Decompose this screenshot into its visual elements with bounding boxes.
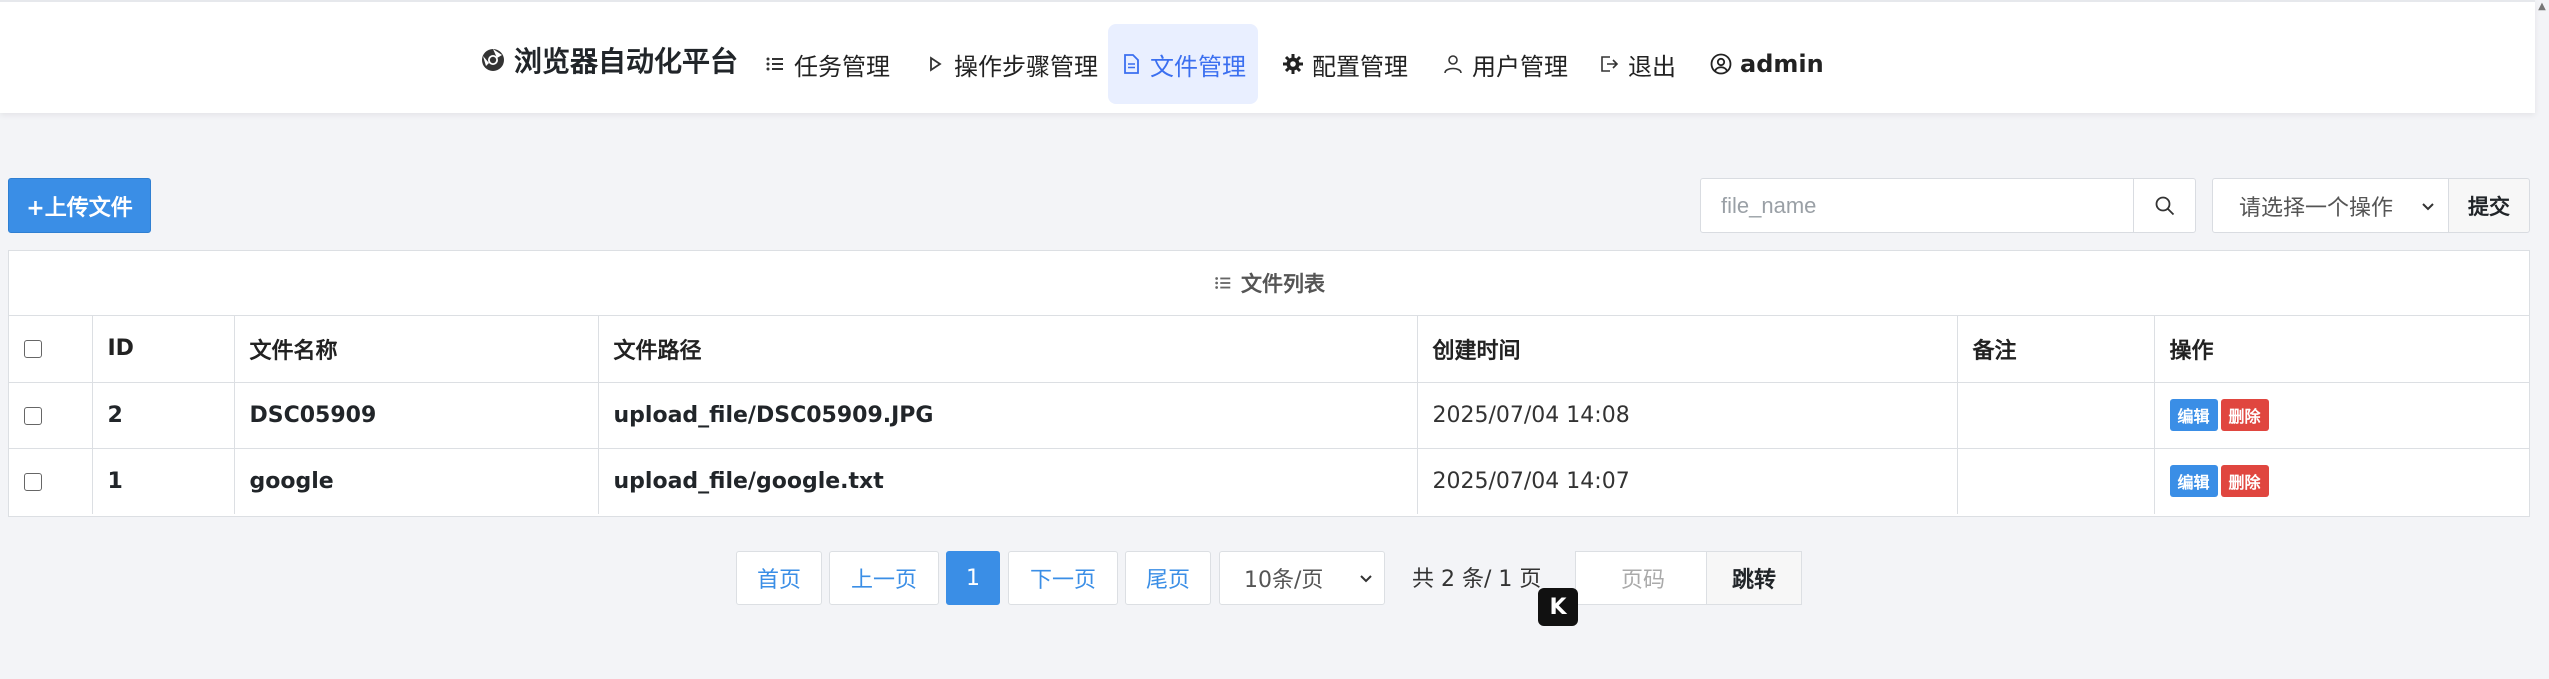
- nav-item-users[interactable]: 用户管理: [1430, 24, 1580, 104]
- play-icon: [930, 56, 942, 72]
- cell-remark: [1957, 448, 2155, 514]
- brand[interactable]: 浏览器自动化平台: [480, 40, 738, 80]
- page-size-select[interactable]: 10条/页: [1219, 551, 1385, 605]
- table-title-text: 文件列表: [1241, 272, 1325, 296]
- logout-icon: [1601, 56, 1619, 72]
- search-input[interactable]: [1701, 179, 2133, 232]
- column-header-remark[interactable]: 备注: [1957, 316, 2155, 383]
- table-row: 2 DSC05909 upload_file/DSC05909.JPG 2025…: [9, 382, 2529, 449]
- gear-icon: [1283, 54, 1303, 74]
- delete-button[interactable]: 删除: [2220, 399, 2269, 431]
- page-size-value: 10条/页: [1244, 568, 1324, 593]
- column-header-name[interactable]: 文件名称: [234, 316, 599, 383]
- search-box: [1700, 178, 2196, 233]
- brand-title: 浏览器自动化平台: [514, 45, 739, 78]
- user-icon: [1444, 55, 1462, 74]
- nav-item-label: 用户管理: [1472, 52, 1568, 81]
- file-table: ID 文件名称 文件路径 创建时间 备注 操作 2 DSC05909 uploa…: [9, 316, 2529, 514]
- nav-item-label: admin: [1740, 50, 1824, 78]
- cell-id: 1: [92, 448, 235, 514]
- row-select-cell: [9, 448, 93, 514]
- list-icon: [1215, 277, 1231, 289]
- cell-created: 2025/07/04 14:08: [1417, 382, 1958, 449]
- file-icon: [1124, 54, 1139, 74]
- current-page-button[interactable]: 1: [946, 551, 1000, 605]
- next-page-button[interactable]: 下一页: [1008, 551, 1118, 605]
- cell-actions: 编辑 删除: [2154, 448, 2529, 514]
- nav-item-config[interactable]: 配置管理: [1270, 24, 1420, 104]
- chevron-down-icon: [1360, 575, 1372, 583]
- table-title: 文件列表: [9, 251, 2529, 316]
- nav-item-label: 操作步骤管理: [954, 52, 1098, 81]
- last-page-button[interactable]: 尾页: [1125, 551, 1211, 605]
- nav-item-label: 配置管理: [1312, 52, 1408, 81]
- jump-button[interactable]: 跳转: [1706, 551, 1802, 605]
- nav-item-logout[interactable]: 退出: [1586, 24, 1688, 104]
- row-checkbox[interactable]: [24, 472, 42, 491]
- nav-item-label: 文件管理: [1150, 52, 1246, 81]
- file-table-panel: 文件列表 ID 文件名称 文件路径 创建时间 备注 操作 2 DSC05909 …: [8, 250, 2530, 517]
- cell-id: 2: [92, 382, 235, 449]
- nav-item-tasks[interactable]: 任务管理: [752, 24, 902, 104]
- submit-button[interactable]: 提交: [2448, 178, 2530, 233]
- operation-select[interactable]: 请选择一个操作: [2212, 178, 2449, 233]
- nav-item-files[interactable]: 文件管理: [1108, 24, 1258, 104]
- prev-page-button[interactable]: 上一页: [829, 551, 939, 605]
- cell-name: google: [234, 448, 599, 514]
- row-select-cell: [9, 382, 93, 449]
- search-icon: [2155, 196, 2174, 215]
- first-page-button[interactable]: 首页: [736, 551, 822, 605]
- operation-select-value: 请选择一个操作: [2239, 195, 2394, 221]
- cell-name: DSC05909: [234, 382, 599, 449]
- cell-actions: 编辑 删除: [2154, 382, 2529, 449]
- cell-path: upload_file/google.txt: [598, 448, 1418, 514]
- search-button[interactable]: [2133, 179, 2195, 232]
- upload-file-button[interactable]: +上传文件: [8, 178, 151, 233]
- pagination-total: 共 2 条/ 1 页: [1412, 567, 1542, 592]
- list-icon: [766, 57, 783, 71]
- column-header-created[interactable]: 创建时间: [1417, 316, 1958, 383]
- page-number-input[interactable]: 页码: [1575, 551, 1707, 605]
- select-all-checkbox[interactable]: [24, 340, 42, 359]
- nav-item-admin[interactable]: admin: [1698, 24, 1836, 104]
- delete-button[interactable]: 删除: [2220, 465, 2269, 498]
- row-checkbox[interactable]: [24, 406, 42, 425]
- nav-item-label: 退出: [1628, 52, 1676, 81]
- table-header-row: ID 文件名称 文件路径 创建时间 备注 操作: [9, 316, 2529, 383]
- top-navbar: 浏览器自动化平台 任务管理 操作步骤管理 文件管理 配置管理 用户管理 退出 a…: [0, 0, 2535, 113]
- user-circle-icon: [1710, 53, 1732, 75]
- chevron-down-icon: [2422, 202, 2434, 210]
- cell-path: upload_file/DSC05909.JPG: [598, 382, 1418, 449]
- column-header-id[interactable]: ID: [92, 316, 235, 383]
- chrome-icon: [482, 49, 504, 71]
- column-header-path[interactable]: 文件路径: [598, 316, 1418, 383]
- edit-button[interactable]: 编辑: [2169, 399, 2218, 431]
- select-all-cell: [9, 316, 93, 383]
- cell-created: 2025/07/04 14:07: [1417, 448, 1958, 514]
- edit-button[interactable]: 编辑: [2169, 465, 2218, 498]
- k-logo-icon[interactable]: K: [1538, 588, 1578, 626]
- nav-item-label: 任务管理: [794, 52, 890, 81]
- column-header-actions: 操作: [2154, 316, 2529, 383]
- nav-item-steps[interactable]: 操作步骤管理: [912, 24, 1110, 104]
- cell-remark: [1957, 382, 2155, 449]
- scroll-up-icon[interactable]: ▲: [2535, 0, 2549, 14]
- table-row: 1 google upload_file/google.txt 2025/07/…: [9, 448, 2529, 514]
